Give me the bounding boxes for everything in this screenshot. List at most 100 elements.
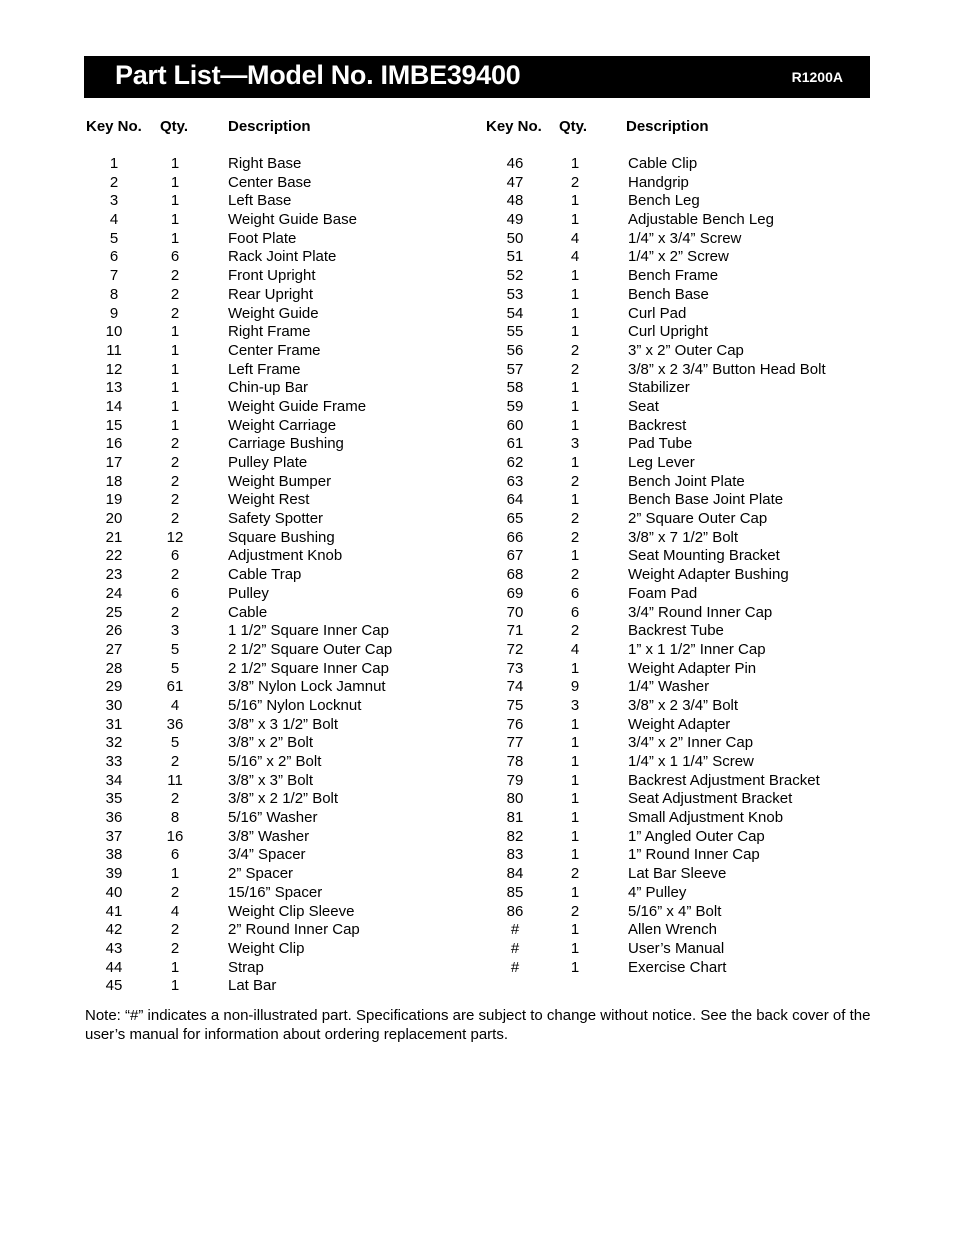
- part-qty-value: 2: [170, 472, 180, 490]
- part-qty-value: 9: [570, 678, 580, 696]
- part-row: 28 5 2 1/2” Square Inner Cap: [86, 660, 466, 679]
- part-description: Foam Pad: [628, 584, 698, 602]
- part-key-no-value: 31: [105, 715, 123, 733]
- part-description: Carriage Bushing: [228, 435, 344, 453]
- parts-list-left: 1 1 Right Base 2 1 Center Base 3 1 Left Base 4 1 We…: [86, 155, 466, 996]
- part-row: 3 1 Left Base: [86, 192, 466, 211]
- part-key-no-value: 72: [506, 640, 524, 658]
- part-description: 1” Angled Outer Cap: [628, 827, 765, 845]
- part-row: 18 2 Weight Bumper: [86, 473, 466, 492]
- part-row: 84 2 Lat Bar Sleeve: [486, 865, 866, 884]
- part-row: 5 1 Foot Plate: [86, 230, 466, 249]
- part-row: 56 2 3” x 2” Outer Cap: [486, 342, 866, 361]
- part-description: Seat Mounting Bracket: [628, 547, 780, 565]
- part-qty-value: 3: [170, 622, 180, 640]
- part-qty-value: 2: [170, 883, 180, 901]
- part-qty-value: 1: [170, 958, 180, 976]
- part-key-no-value: 78: [506, 753, 524, 770]
- part-qty-value: 1: [170, 977, 180, 995]
- part-row: 9 2 Weight Guide: [86, 305, 466, 324]
- part-description: Seat Adjustment Bracket: [628, 790, 793, 808]
- part-qty-value: 1: [570, 454, 580, 471]
- part-key-no-value: 27: [105, 640, 123, 658]
- part-row: 20 2 Safety Spotter: [86, 510, 466, 529]
- part-qty-value: 1: [170, 211, 180, 229]
- part-qty-value: 1: [570, 323, 580, 341]
- part-description: 5/16” Washer: [228, 809, 318, 827]
- part-row: 13 1 Chin-up Bar: [86, 379, 466, 398]
- part-key-no-value: 54: [506, 304, 524, 322]
- part-description: Lat Bar: [228, 977, 277, 995]
- part-key-no-value: #: [510, 939, 520, 957]
- part-description: Adjustment Knob: [228, 547, 343, 565]
- part-qty-value: 5: [170, 640, 180, 658]
- part-key-no-value: 40: [105, 883, 123, 901]
- part-key-no-value: 7: [109, 267, 119, 285]
- part-key-no-value: 45: [105, 977, 123, 995]
- part-description: 3/4” Spacer: [228, 846, 306, 864]
- part-qty-value: 2: [170, 790, 180, 808]
- header-description: Description: [228, 118, 311, 135]
- part-row: 69 6 Foam Pad: [486, 585, 866, 604]
- part-qty-value: 4: [170, 696, 180, 714]
- part-key-no-value: 21: [105, 528, 123, 546]
- part-description: 3/8” x 2 1/2” Bolt: [228, 790, 339, 808]
- header-qty: Qty.: [160, 118, 189, 135]
- part-row: 78 1 1/4” x 1 1/4” Screw: [486, 753, 866, 772]
- part-row: 81 1 Small Adjustment Knob: [486, 809, 866, 828]
- part-description: Weight Adapter Pin: [628, 659, 757, 677]
- part-row: 64 1 Bench Base Joint Plate: [486, 491, 866, 510]
- part-row: 44 1 Strap: [86, 959, 466, 978]
- part-description: Center Frame: [228, 341, 321, 359]
- part-description: Rack Joint Plate: [228, 248, 337, 266]
- part-description: Backrest Adjustment Bracket: [628, 771, 820, 789]
- part-row: 31 36 3/8” x 3 1/2” Bolt: [86, 716, 466, 735]
- part-key-no-value: 8: [109, 285, 119, 303]
- part-description: 2 1/2” Square Inner Cap: [228, 659, 389, 677]
- part-key-no-value: 46: [506, 155, 524, 172]
- part-description: 2” Round Inner Cap: [228, 921, 360, 939]
- part-description: Left Frame: [228, 360, 301, 378]
- part-key-no-value: 10: [105, 323, 123, 341]
- part-key-no-value: 50: [506, 229, 524, 247]
- part-row: 46 1 Cable Clip: [486, 155, 866, 174]
- part-row: 15 1 Weight Carriage: [86, 417, 466, 436]
- part-key-no-value: 9: [109, 304, 119, 322]
- part-description: 1/4” Washer: [628, 678, 710, 696]
- part-key-no-value: 36: [105, 809, 123, 827]
- part-row: 34 11 3/8” x 3” Bolt: [86, 772, 466, 791]
- part-qty-value: 2: [570, 902, 580, 920]
- header-key-no: Key No.: [486, 118, 542, 135]
- title-bar: Part List—Model No. IMBE39400 R1200A: [84, 56, 870, 98]
- part-description: 1/4” x 3/4” Screw: [628, 229, 742, 247]
- part-description: 5/16” Nylon Locknut: [228, 696, 362, 714]
- part-description: 3” x 2” Outer Cap: [628, 341, 744, 359]
- part-qty-value: 11: [167, 771, 183, 789]
- part-row: 22 6 Adjustment Knob: [86, 547, 466, 566]
- part-row: 19 2 Weight Rest: [86, 491, 466, 510]
- part-row: 7 2 Front Upright: [86, 267, 466, 286]
- part-description: Square Bushing: [228, 528, 335, 546]
- header-description: Description: [626, 118, 709, 135]
- part-description: Bench Base: [628, 285, 709, 303]
- part-row: 55 1 Curl Upright: [486, 323, 866, 342]
- part-row: 66 2 3/8” x 7 1/2” Bolt: [486, 529, 866, 548]
- part-key-no-value: 37: [105, 827, 123, 845]
- part-description: Pad Tube: [628, 435, 693, 453]
- part-description: 1” x 1 1/2” Inner Cap: [628, 640, 766, 658]
- part-qty-value: 6: [170, 584, 180, 602]
- part-key-no-value: 6: [109, 248, 119, 266]
- part-key-no-value: 23: [105, 566, 123, 584]
- part-qty-value: 1: [570, 267, 580, 285]
- part-row: 50 4 1/4” x 3/4” Screw: [486, 230, 866, 249]
- part-key-no-value: 25: [105, 603, 123, 621]
- part-key-no-value: 12: [105, 360, 123, 378]
- part-qty-value: 1: [570, 211, 580, 229]
- part-key-no-value: 47: [506, 173, 524, 191]
- part-key-no-value: 66: [506, 528, 524, 546]
- part-key-no-value: 82: [506, 827, 524, 845]
- part-description: Weight Guide: [228, 304, 319, 322]
- part-description: 3/8” Nylon Lock Jamnut: [228, 678, 386, 696]
- page-title: Part List—Model No. IMBE39400: [115, 60, 521, 90]
- part-qty-value: 1: [570, 192, 580, 210]
